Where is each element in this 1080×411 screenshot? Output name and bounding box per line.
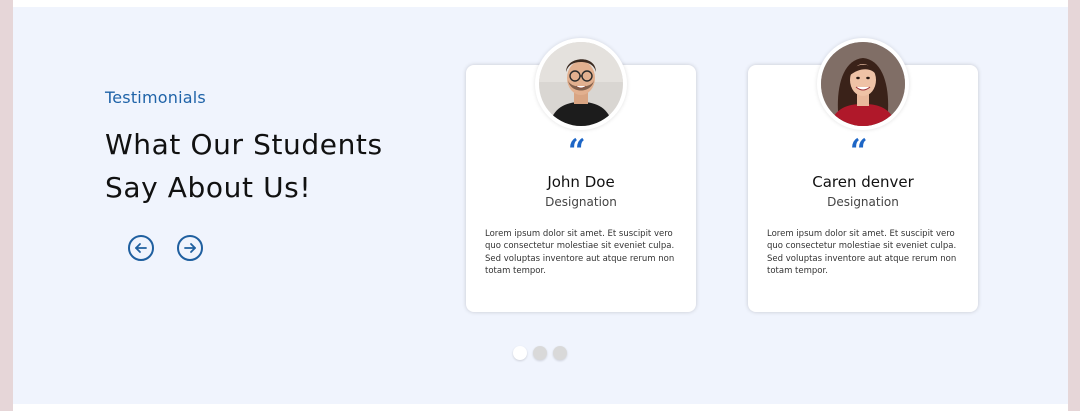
arrow-right-icon (182, 240, 198, 256)
next-button[interactable] (177, 235, 203, 261)
quote-icon: “ (849, 132, 868, 172)
testimonial-designation: Designation (545, 195, 617, 209)
testimonial-designation: Designation (827, 195, 899, 209)
woman-avatar-photo (821, 42, 905, 126)
avatar (821, 42, 905, 126)
prev-button[interactable] (128, 235, 154, 261)
bottom-strip (13, 404, 1068, 411)
section-eyebrow: Testimonials (105, 88, 206, 107)
avatar-frame (535, 38, 627, 130)
section-heading: What Our Students Say About Us! (105, 123, 445, 209)
avatar (539, 42, 623, 126)
quote-icon: “ (567, 132, 586, 172)
pagination-dot[interactable] (513, 346, 527, 360)
carousel-pagination (513, 346, 567, 360)
avatar-frame (817, 38, 909, 130)
page: Testimonials What Our Students Say About… (0, 0, 1080, 411)
testimonial-name: Caren denver (812, 173, 914, 191)
arrow-left-icon (133, 240, 149, 256)
man-avatar-photo (539, 42, 623, 126)
pagination-dot[interactable] (533, 346, 547, 360)
top-strip (13, 0, 1068, 7)
heading-line-2: Say About Us! (105, 171, 312, 204)
pagination-dot[interactable] (553, 346, 567, 360)
heading-line-1: What Our Students (105, 128, 383, 161)
testimonial-name: John Doe (547, 173, 615, 191)
testimonial-text: Lorem ipsum dolor sit amet. Et suscipit … (767, 229, 957, 276)
testimonial-text: Lorem ipsum dolor sit amet. Et suscipit … (485, 229, 675, 276)
